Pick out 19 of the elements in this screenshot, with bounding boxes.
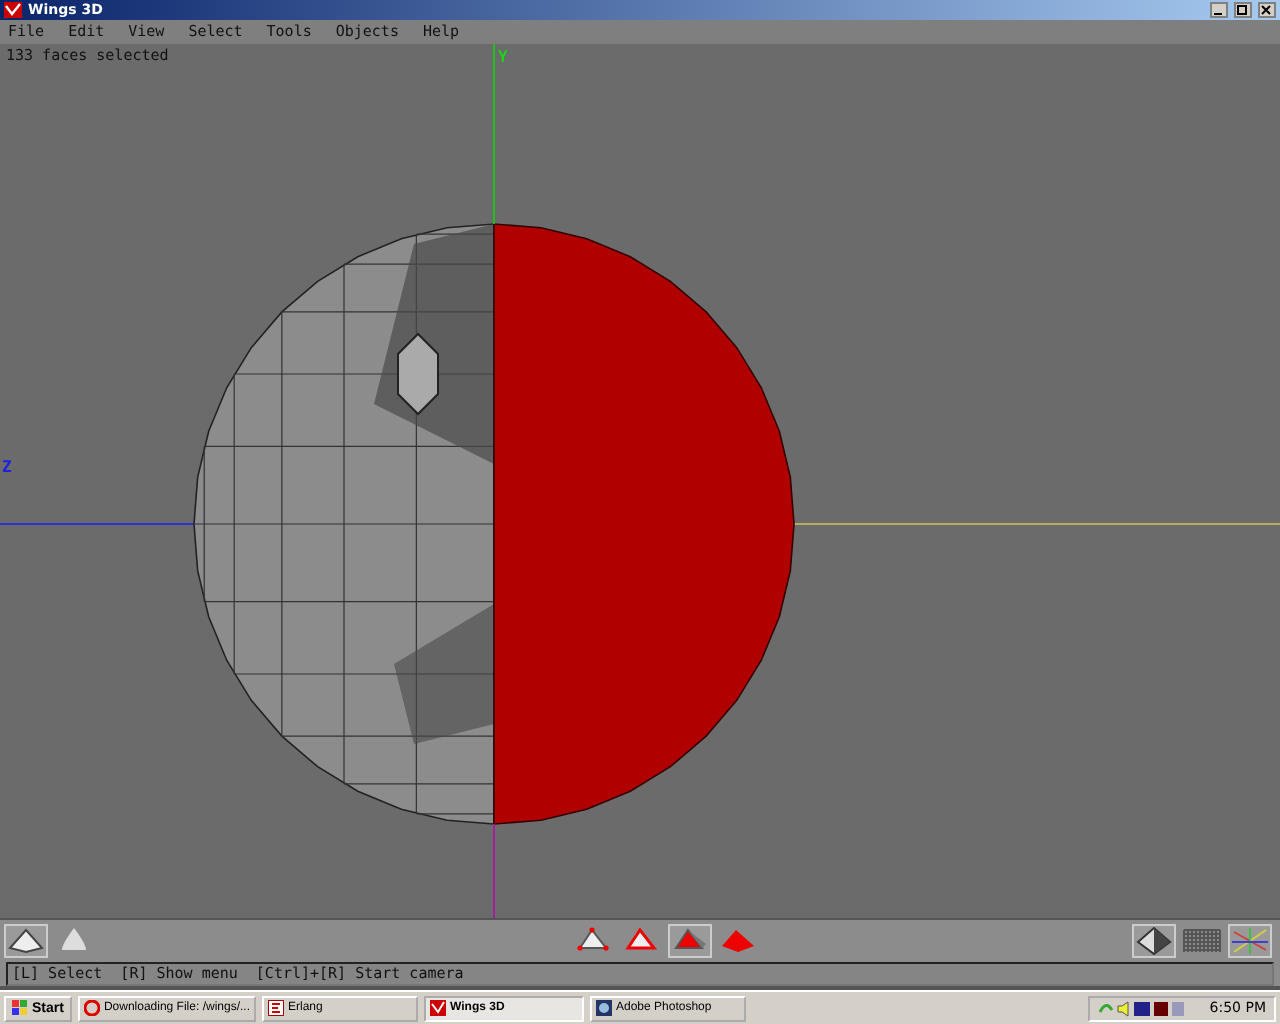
ring-icon xyxy=(83,1000,100,1017)
windows-logo-icon xyxy=(12,1000,28,1017)
close-button[interactable] xyxy=(1258,1,1276,18)
maximize-button[interactable] xyxy=(1234,1,1252,18)
minimize-button[interactable] xyxy=(1210,1,1228,18)
axis-label: Z xyxy=(2,457,12,476)
select-mode-button[interactable] xyxy=(668,923,712,958)
y-axis-line xyxy=(493,822,495,919)
shaded-cube-icon xyxy=(1134,924,1174,957)
shape-button[interactable] xyxy=(4,923,48,958)
axis-label: Y xyxy=(498,47,508,66)
view-button[interactable] xyxy=(1228,923,1272,958)
axes-icon xyxy=(1230,924,1270,957)
app-icon xyxy=(596,1000,612,1017)
app-logo-icon xyxy=(4,1,22,18)
app-logo-icon xyxy=(430,1000,446,1017)
tray-icons-drawing xyxy=(1097,999,1186,1018)
document-icon xyxy=(268,1000,284,1017)
view-button[interactable] xyxy=(1132,923,1176,958)
